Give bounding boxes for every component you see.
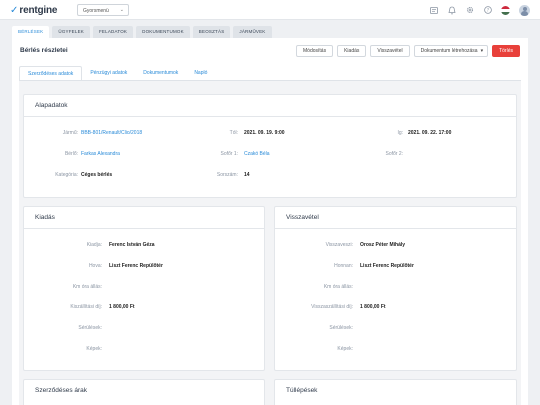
- delete-button[interactable]: Törlés: [492, 45, 520, 57]
- page-title: Bérlés részletei: [20, 47, 68, 54]
- top-bar: ✓ rentgine Gyorsmenü ⌄ ?: [0, 0, 540, 20]
- return-km-label: Km óra állás:: [323, 284, 353, 290]
- app-logo[interactable]: ✓ rentgine: [10, 4, 57, 16]
- tab-schedule[interactable]: Beosztás: [192, 26, 231, 38]
- top-icons: ?: [429, 4, 530, 16]
- issuer-label: Kiadja:: [86, 242, 102, 248]
- tab-panel: Alapadatok Jármű: BBB-801/Renault/Clio/2…: [19, 81, 521, 405]
- handover-km-label: Km óra állás:: [72, 284, 102, 290]
- id-card-icon[interactable]: [429, 6, 438, 15]
- return-fee-label: Visszaszállítási díj:: [311, 304, 353, 310]
- tab-vehicles[interactable]: Járművek: [233, 26, 272, 38]
- from-label: Tól:: [229, 130, 238, 136]
- return-button[interactable]: Visszavétel: [370, 45, 410, 57]
- action-buttons: Módosítás Kiadás Visszavétel Dokumentum …: [296, 45, 520, 57]
- vehicle-link[interactable]: BBB-801/Renault/Clio/2018: [81, 130, 142, 136]
- create-document-label: Dokumentum létrehozása: [420, 48, 478, 54]
- tab-rentals[interactable]: Bérlések: [12, 26, 50, 38]
- return-from-label: Honnan:: [334, 263, 353, 269]
- main-content: Bérlés részletei Módosítás Kiadás Vissza…: [12, 38, 528, 405]
- handover-images-label: Képek:: [86, 346, 102, 352]
- delivery-fee-label: Kiszállítási díj:: [70, 304, 102, 310]
- basics-card: Alapadatok Jármű: BBB-801/Renault/Clio/2…: [23, 94, 517, 198]
- subtab-documents[interactable]: Dokumentumok: [135, 66, 186, 81]
- basics-title: Alapadatok: [35, 102, 68, 109]
- handover-damage-label: Sérülések:: [78, 325, 102, 331]
- tab-tasks[interactable]: Feladatok: [92, 26, 134, 38]
- handover-button[interactable]: Kiadás: [337, 45, 367, 57]
- subtab-log[interactable]: Napló: [186, 66, 215, 81]
- tab-documents[interactable]: Dokumentumok: [136, 26, 190, 38]
- card-divider: [24, 228, 264, 229]
- renter-link[interactable]: Farkas Alexandra: [81, 151, 120, 157]
- card-divider: [275, 228, 516, 229]
- handover-title: Kiadás: [35, 214, 55, 221]
- category-label: Kategória:: [55, 172, 78, 178]
- contract-prices-card: Szerződéses árak: [23, 379, 265, 405]
- return-damage-label: Sérülések:: [329, 325, 353, 331]
- driver2-label: Sofőr 2:: [385, 151, 403, 157]
- to-label: Ig:: [397, 130, 403, 136]
- receiver-label: Visszaveszi:: [325, 242, 353, 248]
- logo-text: rentgine: [19, 4, 58, 16]
- avatar[interactable]: [519, 4, 530, 16]
- return-card: Visszavétel Visszaveszi: Orosz Péter Mih…: [274, 206, 517, 371]
- return-title: Visszavétel: [286, 214, 319, 221]
- chevron-down-icon: ⌄: [119, 7, 124, 13]
- hungarian-flag-icon[interactable]: [501, 5, 510, 15]
- main-nav-tabs: Bérlések Ügyfelek Feladatok Dokumentumok…: [12, 26, 272, 38]
- handover-where-label: Hova:: [88, 263, 102, 269]
- receiver-value: Orosz Péter Mihály: [360, 242, 406, 248]
- overruns-title: Túllépések: [286, 387, 318, 394]
- quick-menu-dropdown[interactable]: Gyorsmenü ⌄: [77, 4, 129, 16]
- from-value: 2021. 09. 19. 9:00: [244, 130, 285, 136]
- handover-card: Kiadás Kiadja: Ferenc István Géza Hova: …: [23, 206, 265, 371]
- return-from-value: Liszt Ferenc Repülőtér: [360, 263, 414, 269]
- detail-sub-tabs: Szerződéses adatok Pénzügyi adatok Dokum…: [19, 66, 215, 81]
- serial-value: 14: [244, 172, 250, 178]
- contract-prices-title: Szerződéses árak: [35, 387, 88, 394]
- logo-check-icon: ✓: [10, 4, 19, 16]
- serial-label: Sorszám:: [216, 172, 238, 178]
- create-document-dropdown[interactable]: Dokumentum létrehozása ▾: [413, 45, 489, 57]
- driver1-link[interactable]: Czakó Béla: [244, 151, 270, 157]
- issuer-value: Ferenc István Géza: [109, 242, 155, 248]
- return-fee-value: 1 800,00 Ft: [360, 304, 386, 310]
- renter-label: Bérlő:: [64, 151, 78, 157]
- chevron-down-icon: ▾: [480, 48, 484, 54]
- driver1-label: Sofőr 1:: [220, 151, 238, 157]
- tab-clients[interactable]: Ügyfelek: [52, 26, 90, 38]
- delivery-fee-value: 1 800,00 Ft: [109, 304, 135, 310]
- to-value: 2021. 09. 22. 17:00: [408, 130, 452, 136]
- subtab-financial-data[interactable]: Pénzügyi adatok: [82, 66, 135, 81]
- return-images-label: Képek:: [337, 346, 353, 352]
- subtab-contract-data[interactable]: Szerződéses adatok: [19, 66, 83, 81]
- handover-where-value: Liszt Ferenc Repülőtér: [109, 263, 163, 269]
- vehicle-label: Jármű:: [62, 130, 78, 136]
- gear-icon[interactable]: [465, 6, 474, 15]
- bell-icon[interactable]: [447, 6, 456, 15]
- quick-menu-label: Gyorsmenü: [83, 7, 109, 14]
- overruns-card: Túllépések: [274, 379, 517, 405]
- help-icon[interactable]: ?: [483, 6, 492, 15]
- category-value: Céges bérlés: [81, 172, 113, 178]
- card-divider: [24, 116, 516, 117]
- modify-button[interactable]: Módosítás: [296, 45, 334, 57]
